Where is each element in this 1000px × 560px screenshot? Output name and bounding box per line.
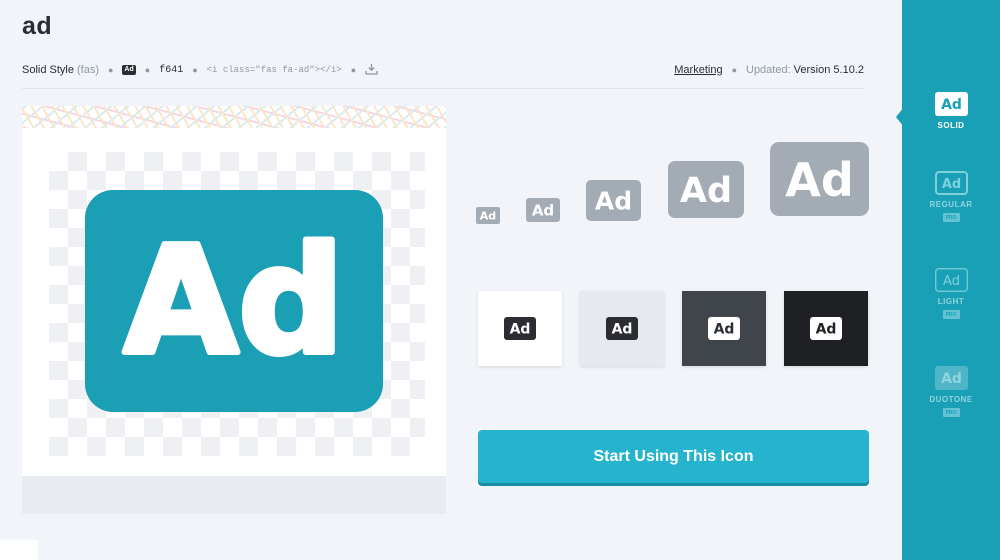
ad-badge-text: Ad [612, 322, 633, 338]
ad-light-icon: Ad [934, 268, 968, 292]
style-sidebar: Ad SOLID Ad REGULAR PRO Ad LIGHT PRO Ad … [902, 0, 1000, 560]
separator-dot: ● [192, 65, 198, 75]
ad-duotone-icon: Ad [934, 366, 968, 390]
ad-solid-icon: Ad [934, 92, 968, 116]
style-label: Solid Style [22, 64, 74, 76]
icon-sizes-row: Ad Ad Ad Ad Ad [476, 140, 870, 228]
unicode-value[interactable]: f641 [159, 65, 183, 76]
pro-badge: PRO [942, 213, 960, 222]
ad-duotone-text: Ad [941, 371, 962, 387]
separator-dot: ● [144, 65, 151, 75]
separator-dot: ● [731, 65, 737, 75]
ad-badge-text: Ad [816, 322, 837, 338]
ad-badge-text: Ad [714, 322, 735, 338]
category-link[interactable]: Marketing [674, 64, 722, 76]
separator-dot: ● [350, 65, 357, 75]
ad-icon-large-text: Ad [124, 215, 344, 387]
ad-icon-md[interactable]: Ad [586, 180, 641, 221]
ad-icon-xl[interactable]: Ad [770, 142, 869, 216]
style-label-regular: REGULAR [929, 200, 973, 209]
style-option-duotone[interactable]: Ad DUOTONE PRO [902, 366, 1000, 417]
style-code: (fas) [76, 64, 99, 76]
style-label-light: LIGHT [937, 297, 965, 306]
pro-badge: PRO [942, 310, 960, 319]
bg-swatch-white[interactable]: Ad [478, 291, 562, 366]
ad-icon-sample: Ad [504, 317, 536, 340]
version-text: Version 5.10.2 [793, 64, 864, 76]
ad-icon-sample: Ad [606, 317, 638, 340]
style-label-solid: SOLID [937, 121, 965, 130]
ad-icon-lg[interactable]: Ad [668, 161, 744, 218]
bg-swatch-dark-gray[interactable]: Ad [682, 291, 766, 366]
ad-icon-lg-text: Ad [680, 171, 732, 211]
updated-label: Updated: [746, 64, 791, 76]
ad-regular-text: Ad [941, 177, 960, 192]
download-icon[interactable] [365, 63, 378, 78]
style-label-duotone: DUOTONE [929, 395, 973, 404]
corner-patch [0, 540, 38, 560]
sprinkles-banner [22, 106, 446, 128]
preview-footer [22, 476, 446, 514]
bg-swatch-black[interactable]: Ad [784, 291, 868, 366]
ad-icon-xs[interactable]: Ad [476, 207, 500, 224]
ad-icon-xl-text: Ad [785, 153, 854, 207]
separator-dot: ● [107, 65, 114, 75]
html-snippet[interactable]: <i class="fas fa-ad"></i> [207, 65, 342, 75]
ad-icon-md-text: Ad [595, 187, 632, 216]
style-option-light[interactable]: Ad LIGHT PRO [902, 268, 1000, 319]
pro-badge: PRO [942, 408, 960, 417]
ad-icon-sample: Ad [708, 317, 740, 340]
ad-solid-text: Ad [941, 97, 962, 113]
page-title: ad [22, 12, 53, 40]
ad-icon-sm[interactable]: Ad [526, 198, 560, 222]
ad-icon-large: Ad [85, 190, 383, 412]
ad-icon-sm-text: Ad [532, 202, 554, 220]
icon-meta-row: Solid Style (fas) ● Ad ● f641 ● <i class… [22, 62, 864, 78]
style-option-solid[interactable]: Ad SOLID [902, 92, 1000, 130]
ad-icon-xs-text: Ad [480, 210, 496, 223]
start-using-icon-button[interactable]: Start Using This Icon [478, 430, 869, 483]
icon-preview-panel: Ad [22, 106, 446, 514]
bg-swatch-light-gray[interactable]: Ad [580, 291, 664, 366]
style-option-regular[interactable]: Ad REGULAR PRO [902, 171, 1000, 222]
ad-icon-sample: Ad [810, 317, 842, 340]
ad-light-text: Ad [943, 274, 960, 289]
ad-icon-mini[interactable]: Ad [122, 65, 136, 75]
ad-badge-text: Ad [510, 322, 531, 338]
header-divider [22, 88, 864, 89]
ad-regular-icon: Ad [934, 171, 968, 195]
